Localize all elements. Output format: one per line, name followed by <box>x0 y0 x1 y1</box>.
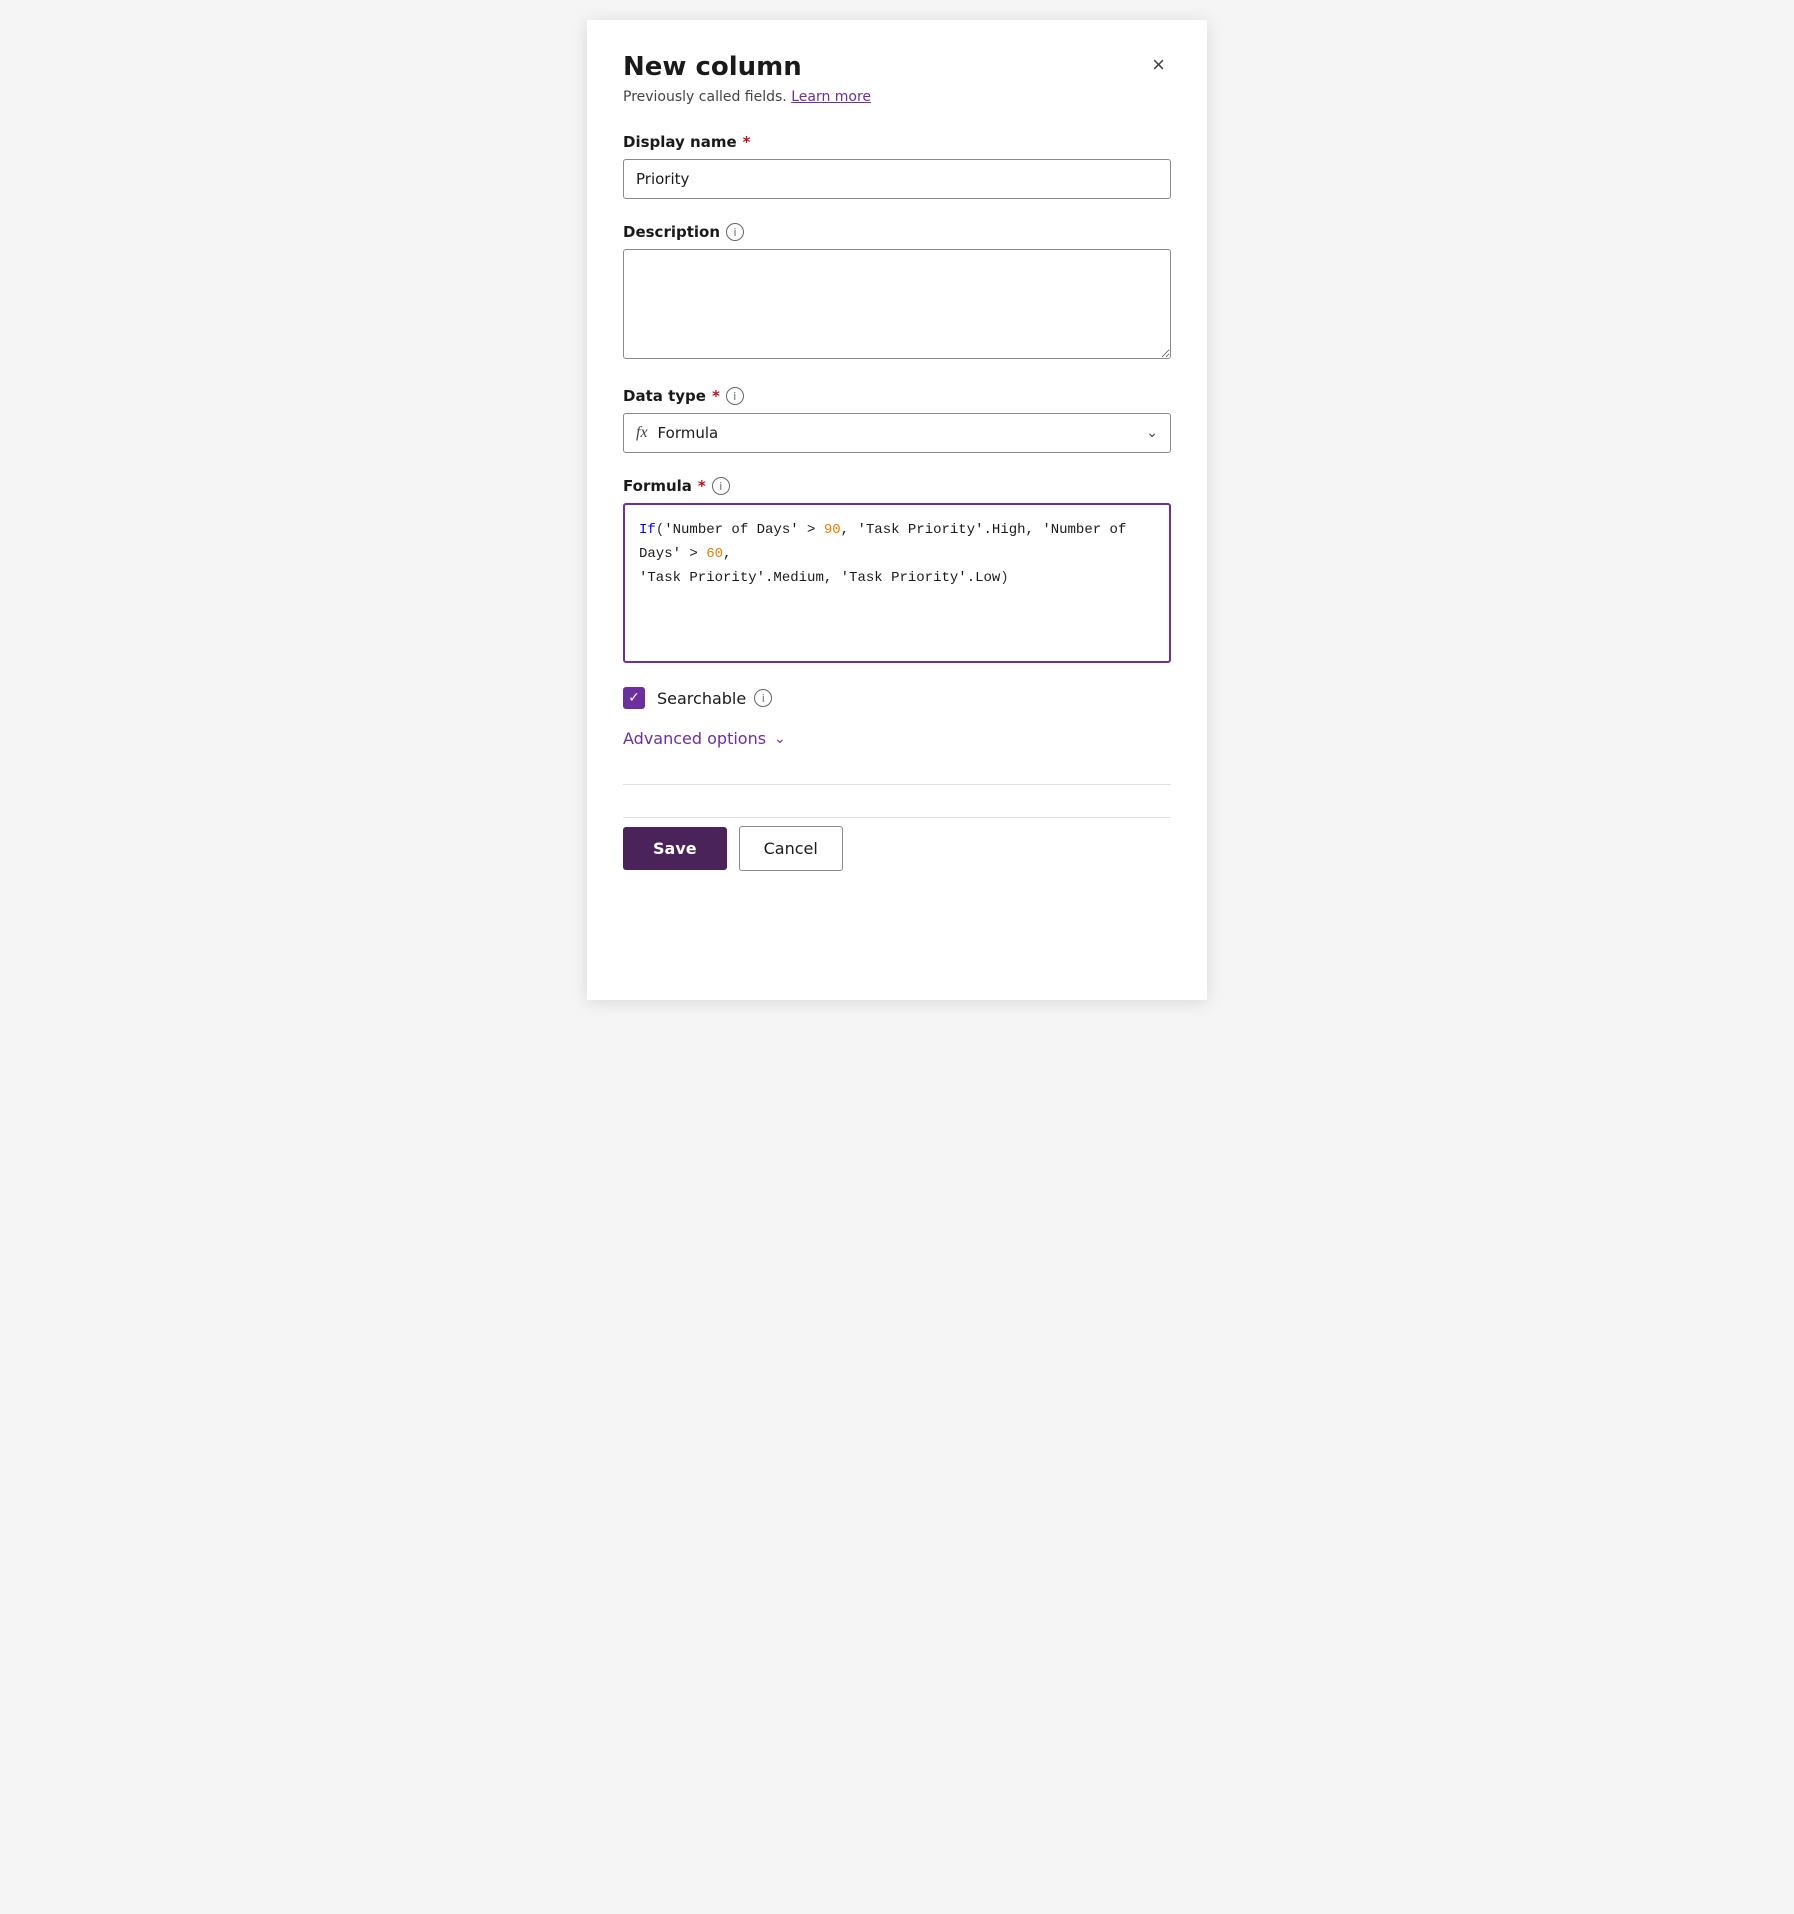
formula-label: Formula * i <box>623 477 1171 495</box>
advanced-options-chevron-icon: ⌄ <box>774 731 786 747</box>
required-star: * <box>743 133 751 151</box>
data-type-label: Data type * i <box>623 387 1171 405</box>
formula-group: Formula * i If('Number of Days' > 90, 'T… <box>623 477 1171 663</box>
formula-required-star: * <box>698 477 706 495</box>
data-type-select[interactable]: fx Formula ⌄ <box>623 413 1171 453</box>
formula-editor[interactable]: If('Number of Days' > 90, 'Task Priority… <box>623 503 1171 663</box>
panel-subtitle: Previously called fields. Learn more <box>623 89 1171 105</box>
fx-icon: fx <box>636 424 648 442</box>
learn-more-link[interactable]: Learn more <box>791 89 871 105</box>
checkbox-check-icon: ✓ <box>628 691 640 705</box>
description-group: Description i <box>623 223 1171 363</box>
new-column-panel: New column × Previously called fields. L… <box>587 20 1207 1000</box>
data-type-info-icon[interactable]: i <box>726 387 744 405</box>
data-type-group: Data type * i fx Formula ⌄ <box>623 387 1171 453</box>
footer-buttons: Save Cancel <box>623 817 1171 871</box>
formula-info-icon[interactable]: i <box>712 477 730 495</box>
display-name-input[interactable] <box>623 159 1171 199</box>
display-name-group: Display name * <box>623 133 1171 199</box>
advanced-options-text: Advanced options <box>623 729 766 748</box>
searchable-info-icon[interactable]: i <box>754 689 772 707</box>
panel-header: New column × <box>623 52 1171 83</box>
searchable-row: ✓ Searchable i <box>623 687 1171 709</box>
description-label: Description i <box>623 223 1171 241</box>
searchable-checkbox[interactable]: ✓ <box>623 687 645 709</box>
advanced-options-row[interactable]: Advanced options ⌄ <box>623 729 1171 748</box>
data-type-value: Formula <box>658 424 719 442</box>
searchable-label: Searchable i <box>657 689 772 708</box>
subtitle-text: Previously called fields. <box>623 89 787 105</box>
save-button[interactable]: Save <box>623 827 727 870</box>
description-info-icon[interactable]: i <box>726 223 744 241</box>
footer-divider <box>623 784 1171 785</box>
close-button[interactable]: × <box>1146 52 1171 78</box>
description-input[interactable] <box>623 249 1171 359</box>
panel-title: New column <box>623 52 802 83</box>
display-name-label: Display name * <box>623 133 1171 151</box>
data-type-select-wrapper: fx Formula ⌄ <box>623 413 1171 453</box>
data-type-chevron-icon: ⌄ <box>1146 425 1158 441</box>
cancel-button[interactable]: Cancel <box>739 826 843 871</box>
data-type-required-star: * <box>712 387 720 405</box>
